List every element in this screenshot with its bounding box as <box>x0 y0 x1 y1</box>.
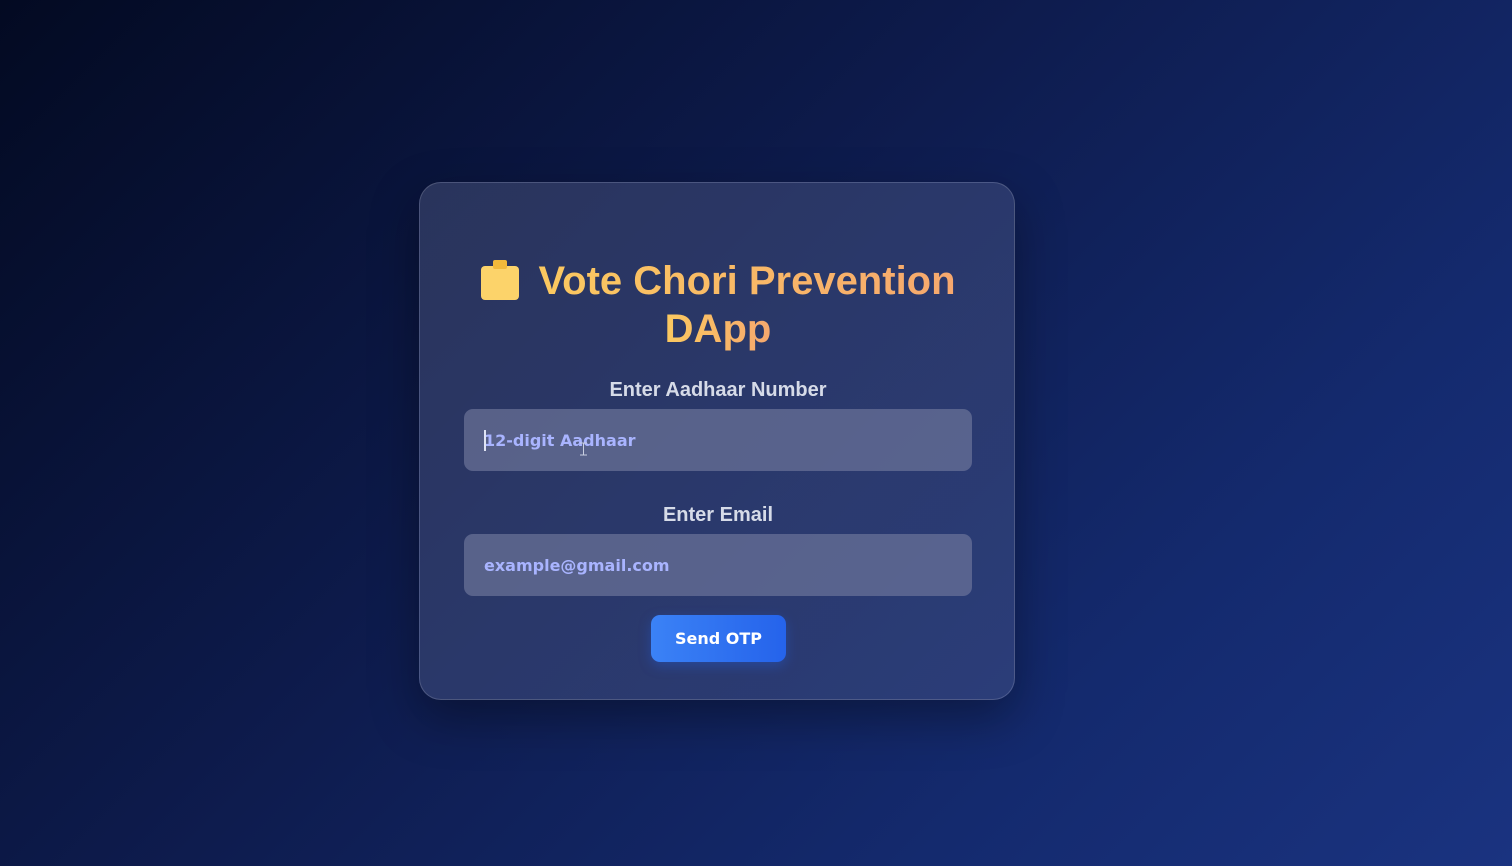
email-label: Enter Email <box>662 504 774 526</box>
title-line-1: Vote Chori Prevention <box>538 259 956 303</box>
clipboard-icon <box>480 260 520 300</box>
page-title: Vote Chori Prevention DApp <box>420 257 1016 353</box>
text-caret <box>484 430 486 451</box>
login-card: Vote Chori Prevention DApp Enter Aadhaar… <box>419 182 1015 700</box>
aadhaar-input[interactable] <box>464 409 972 471</box>
title-line-2: DApp <box>664 307 772 351</box>
email-input[interactable] <box>464 534 972 596</box>
page-background: { "app": { "title_line1": "Vote Chori Pr… <box>0 0 1512 866</box>
title-block: Vote Chori Prevention DApp <box>420 257 1016 353</box>
send-otp-button[interactable]: Send OTP <box>651 615 786 662</box>
aadhaar-label: Enter Aadhaar Number <box>609 379 827 401</box>
